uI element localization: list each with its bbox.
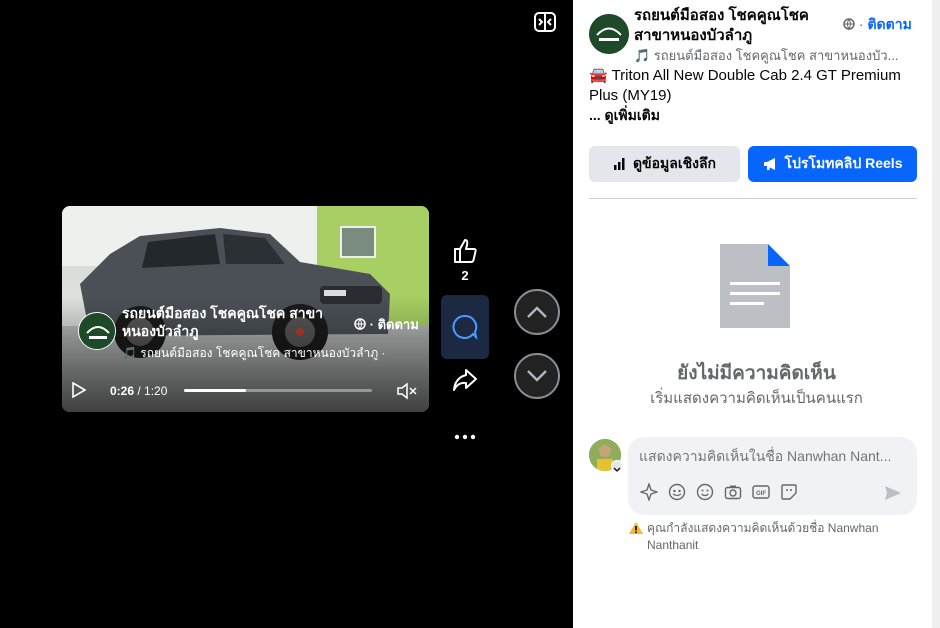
share-icon	[453, 369, 477, 391]
video-progress-bar[interactable]	[184, 389, 372, 392]
promote-reel-button[interactable]: โปรโมทคลิป Reels	[748, 146, 917, 182]
bar-chart-icon	[613, 158, 625, 170]
document-icon	[720, 244, 790, 328]
panel-follow-button[interactable]: · ติดตาม	[843, 14, 912, 36]
scrollbar[interactable]	[932, 0, 940, 628]
sticker-icon[interactable]	[780, 483, 798, 501]
time-total: 1:20	[144, 384, 168, 398]
video-controls: 0:26 / 1:20	[62, 378, 429, 404]
time-current: 0:26	[110, 384, 135, 398]
avatar-switch-icon[interactable]	[611, 460, 623, 472]
warning-icon	[629, 522, 643, 534]
no-comments-title: ยังไม่มีความคิดเห็น	[677, 363, 836, 384]
reel-description: 🚘 Triton All New Double Cab 2.4 GT Premi…	[589, 67, 901, 104]
divider	[589, 198, 917, 199]
avatar-sticker-icon[interactable]	[668, 483, 686, 501]
like-count: 2	[461, 268, 469, 283]
composer-tools: GIF	[640, 483, 798, 501]
video-follow-button[interactable]: · ติดตาม	[354, 314, 419, 335]
comment-button[interactable]	[441, 295, 489, 359]
camera-icon[interactable]	[724, 483, 742, 501]
video-stage: รถยนต์มือสอง โชคคูณโชค สาขาหนองบัวลำภู ·…	[0, 0, 573, 628]
comment-input[interactable]	[639, 445, 909, 467]
view-insights-button[interactable]: ดูข้อมูลเชิงลึก	[589, 146, 740, 182]
like-button[interactable]: 2	[441, 238, 489, 288]
gif-icon[interactable]: GIF	[752, 483, 770, 501]
emoji-icon[interactable]	[696, 483, 714, 501]
warning-text: คุณกำลังแสดงความคิดเห็นด้วยชื่อ Nanwhan …	[647, 521, 879, 552]
more-options-button[interactable]	[441, 434, 489, 458]
video-music-label[interactable]: 🎵 รถยนต์มือสอง โชคคูณโชค สาขาหนองบัวลำภู…	[122, 344, 422, 363]
video-follow-label: · ติดตาม	[369, 317, 419, 332]
thumbs-up-icon	[454, 239, 477, 263]
see-more-link[interactable]: ... ดูเพิ่มเติม	[589, 105, 660, 127]
send-icon[interactable]	[884, 484, 902, 502]
video-progress-fill	[184, 389, 247, 392]
panel-music-label[interactable]: 🎵 รถยนต์มือสอง โชคคูณโชค สาขาหนองบัว...	[634, 45, 914, 66]
follow-label: ติดตาม	[867, 16, 912, 32]
play-icon[interactable]	[72, 381, 87, 399]
no-comments-subtitle: เริ่มแสดงความคิดเห็นเป็นคนแรก	[650, 390, 863, 407]
reel-details-panel: รถยนต์มือสอง โชคคูณโชค สาขาหนองบัวลำภู ·…	[573, 0, 940, 628]
share-button[interactable]	[441, 368, 489, 398]
page-avatar[interactable]	[78, 312, 116, 350]
chevron-up-icon	[527, 306, 547, 318]
more-icon	[454, 434, 476, 440]
panel-page-avatar[interactable]	[589, 14, 629, 54]
panel-page-name[interactable]: รถยนต์มือสอง โชคคูณโชค สาขาหนองบัวลำภู	[634, 6, 839, 46]
video-time: 0:26 / 1:20	[110, 384, 168, 398]
video-page-name[interactable]: รถยนต์มือสอง โชคคูณโชค สาขาหนองบัวลำภู	[122, 304, 352, 340]
comment-icon	[452, 314, 478, 340]
comment-composer: GIF	[628, 437, 917, 515]
mute-icon[interactable]	[396, 381, 418, 401]
sparkle-icon[interactable]	[640, 483, 658, 501]
megaphone-icon	[763, 158, 775, 170]
previous-reel-button[interactable]	[514, 289, 560, 335]
globe-icon	[843, 16, 859, 32]
chevron-down-icon	[527, 370, 547, 382]
globe-icon	[354, 317, 370, 332]
promote-reel-label: โปรโมทคลิป Reels	[784, 155, 903, 171]
next-reel-button[interactable]	[514, 353, 560, 399]
reel-video[interactable]: รถยนต์มือสอง โชคคูณโชค สาขาหนองบัวลำภู ·…	[62, 206, 429, 412]
view-insights-label: ดูข้อมูลเชิงลึก	[632, 155, 717, 171]
svg-text:GIF: GIF	[756, 491, 766, 497]
collapse-panel-icon[interactable]	[533, 10, 557, 34]
comment-identity-warning: คุณกำลังแสดงความคิดเห็นด้วยชื่อ Nanwhan …	[628, 520, 918, 554]
